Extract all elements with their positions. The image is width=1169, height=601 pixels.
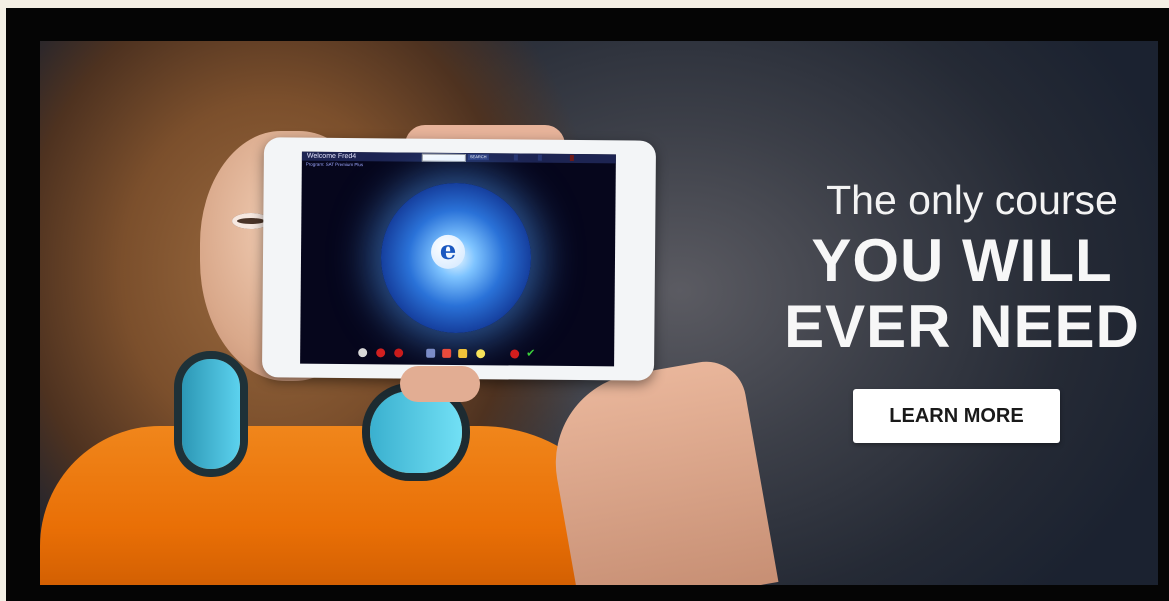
tablet-search-button[interactable]: SEARCH <box>467 154 489 161</box>
tablet-search-input[interactable] <box>421 153 466 163</box>
tablet-device: Welcome Fred4 SEARCH Program: SAT Premiu… <box>261 137 657 381</box>
headline-line-2: EVER NEED <box>784 293 1140 360</box>
orange-shirt <box>40 426 640 585</box>
calendar-icon[interactable] <box>426 348 436 358</box>
headline-line-1: YOU WILL <box>811 227 1113 294</box>
e-logo-icon: e <box>430 234 466 270</box>
stop-icon[interactable] <box>376 348 386 358</box>
headline-top: The only course <box>826 177 1118 223</box>
book-icon[interactable] <box>442 348 452 358</box>
headphone-left <box>182 359 240 469</box>
lightbulb-icon[interactable] <box>476 349 486 359</box>
program-label: Program: SAT Premium Plus <box>305 161 364 168</box>
hero-banner: Welcome Fred4 SEARCH Program: SAT Premiu… <box>40 41 1158 585</box>
tablet-screen: Welcome Fred4 SEARCH Program: SAT Premiu… <box>300 151 616 367</box>
alert-icon[interactable] <box>510 349 520 359</box>
tablet-signout-item[interactable] <box>569 154 574 161</box>
tablet-nav-item[interactable] <box>513 154 518 161</box>
learn-more-button[interactable]: LEARN MORE <box>853 389 1060 443</box>
checkmark-icon[interactable]: ✔ <box>526 348 535 360</box>
banner-frame: Welcome Fred4 SEARCH Program: SAT Premiu… <box>6 8 1169 601</box>
thumb <box>400 366 480 402</box>
headphone-right <box>370 391 462 473</box>
tablet-settings-item[interactable] <box>537 154 542 161</box>
tablet-icon-toolbar: ✔ <box>358 348 558 362</box>
welcome-text: Welcome Fred4 <box>306 152 357 161</box>
tool-icon[interactable] <box>358 348 368 358</box>
headline-main: YOU WILL EVER NEED <box>762 228 1158 360</box>
record-icon[interactable] <box>394 348 404 358</box>
blocks-icon[interactable] <box>458 348 468 359</box>
